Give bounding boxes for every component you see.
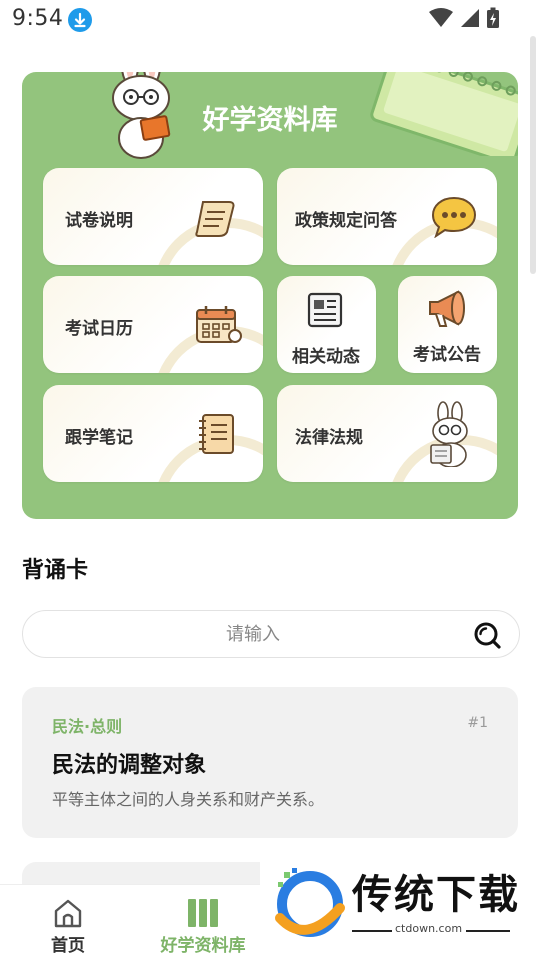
notebook-icon bbox=[199, 414, 234, 454]
tile-label: 考试公告 bbox=[413, 345, 481, 365]
tile-policy-qa[interactable]: 政策规定问答 bbox=[277, 168, 497, 265]
watermark-url: ctdown.com bbox=[395, 922, 463, 935]
status-icons bbox=[428, 7, 500, 29]
wifi-icon bbox=[429, 8, 453, 27]
watermark-logo-icon bbox=[275, 868, 345, 937]
tile-label: 政策规定问答 bbox=[295, 211, 397, 231]
nav-label-library: 好学资料库 bbox=[160, 936, 246, 956]
nav-item-home[interactable]: 首页 bbox=[30, 891, 106, 957]
chat-bubble-icon bbox=[431, 196, 477, 238]
tile-exam-calendar[interactable]: 考试日历 bbox=[43, 276, 263, 373]
download-icon bbox=[68, 8, 92, 32]
nav-item-library[interactable]: 好学资料库 bbox=[148, 891, 258, 957]
notebook-decoration-icon bbox=[370, 72, 518, 156]
app-screen: 9:54 好学资料库 试卷说明 政策规定问答 考试日历 相关动态 考试公告 跟学… bbox=[0, 0, 540, 960]
scrollbar[interactable] bbox=[530, 36, 536, 274]
bunny-reading-icon bbox=[430, 401, 468, 467]
watermark-divider bbox=[352, 930, 392, 932]
card-number: #1 bbox=[467, 715, 488, 731]
watermark-divider bbox=[466, 930, 510, 932]
bunny-mascot-icon bbox=[112, 72, 171, 159]
status-bar: 9:54 bbox=[0, 0, 540, 40]
tile-exam-announcement[interactable]: 考试公告 bbox=[398, 276, 497, 373]
battery-charging-icon bbox=[487, 7, 499, 28]
tile-related-news[interactable]: 相关动态 bbox=[277, 276, 376, 373]
books-icon bbox=[188, 899, 218, 927]
signal-icon bbox=[461, 9, 479, 27]
tile-label: 法律法规 bbox=[295, 428, 363, 448]
home-icon bbox=[54, 899, 82, 928]
tile-laws-regulations[interactable]: 法律法规 bbox=[277, 385, 497, 482]
card-description: 平等主体之间的人身关系和财产关系。 bbox=[52, 790, 325, 809]
tile-label: 相关动态 bbox=[292, 347, 360, 367]
search-bar bbox=[22, 610, 520, 658]
newspaper-icon bbox=[307, 292, 343, 328]
megaphone-icon bbox=[429, 290, 465, 327]
scroll-icon bbox=[195, 201, 235, 237]
watermark-text: 传统下载 bbox=[352, 872, 520, 918]
tile-study-notes[interactable]: 跟学笔记 bbox=[43, 385, 263, 482]
card-category: 民法·总则 bbox=[52, 717, 123, 736]
watermark: 传统下载 ctdown.com bbox=[260, 860, 540, 960]
calendar-icon bbox=[196, 306, 242, 343]
search-icon[interactable] bbox=[473, 621, 501, 649]
section-title-recite-cards: 背诵卡 bbox=[22, 558, 89, 583]
resource-library-banner: 好学资料库 试卷说明 政策规定问答 考试日历 相关动态 考试公告 跟学笔记 法律… bbox=[22, 72, 518, 519]
nav-label-home: 首页 bbox=[51, 936, 85, 956]
tile-label: 跟学笔记 bbox=[65, 428, 133, 448]
tile-exam-instructions[interactable]: 试卷说明 bbox=[43, 168, 263, 265]
search-input[interactable] bbox=[43, 611, 463, 657]
recite-card[interactable]: 民法·总则 #1 民法的调整对象 平等主体之间的人身关系和财产关系。 bbox=[22, 687, 518, 838]
tile-label: 考试日历 bbox=[65, 319, 133, 339]
status-time: 9:54 bbox=[12, 6, 64, 31]
banner-title: 好学资料库 bbox=[202, 105, 338, 136]
tile-label: 试卷说明 bbox=[65, 211, 133, 231]
card-title: 民法的调整对象 bbox=[52, 753, 207, 778]
